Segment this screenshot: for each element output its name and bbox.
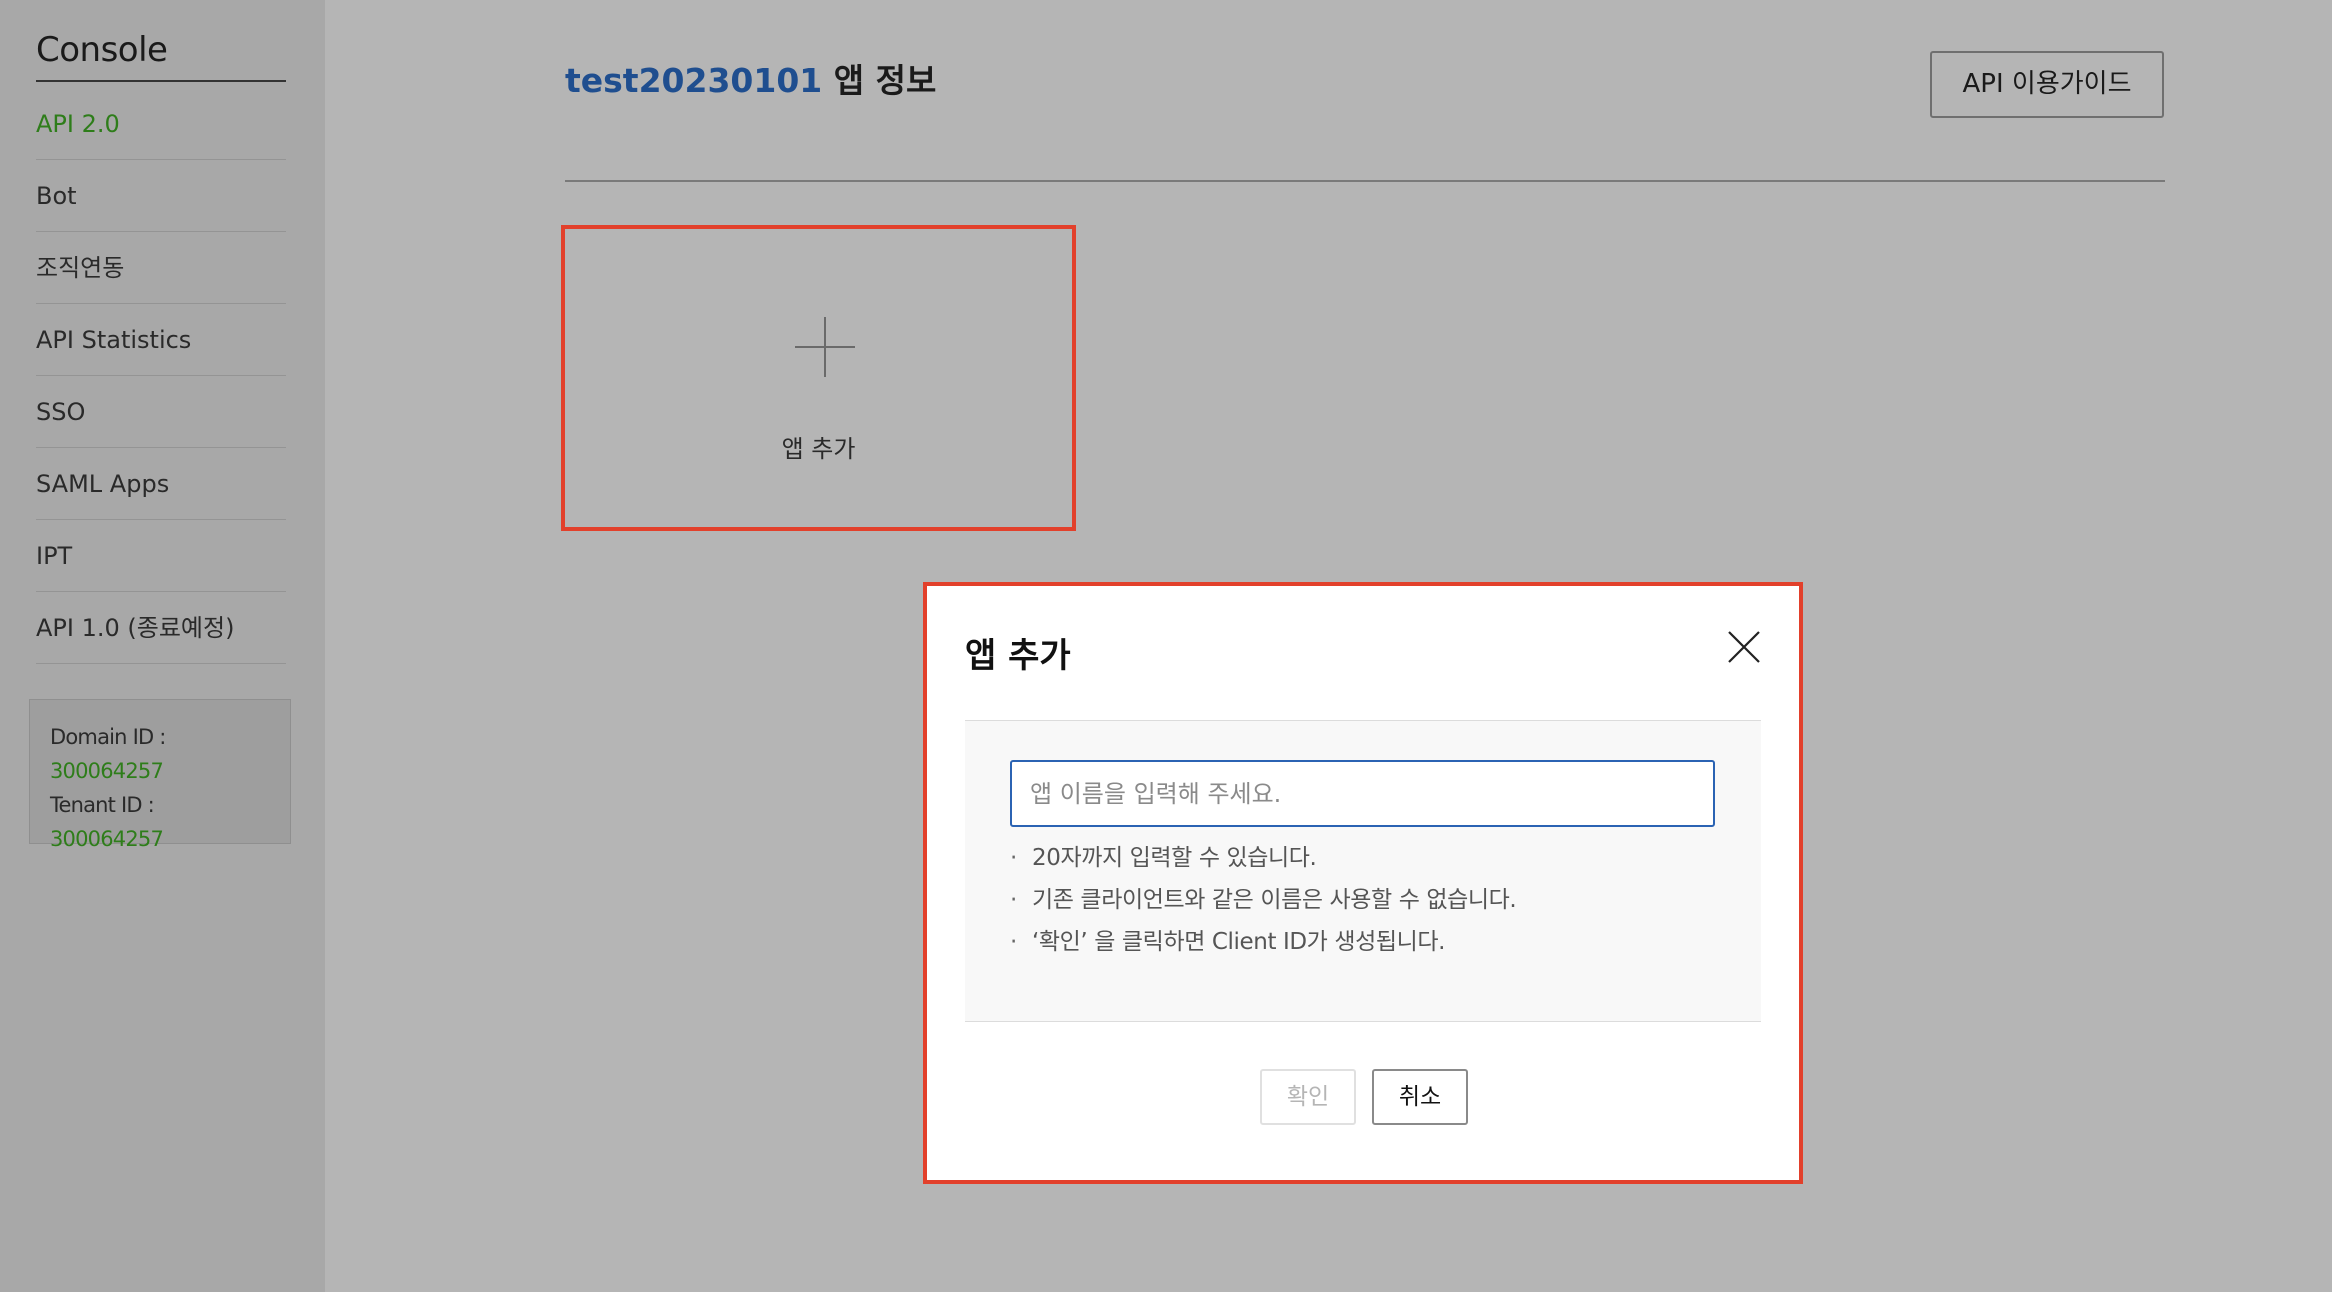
note-item: · 기존 클라이언트와 같은 이름은 사용할 수 없습니다. (1010, 887, 1517, 913)
header-divider (565, 180, 2165, 182)
api-guide-button[interactable]: API 이용가이드 (1930, 51, 2164, 118)
console-app: Console API 2.0 Bot 조직연동 API Statistics … (0, 0, 2332, 1292)
dialog-notes: · 20자까지 입력할 수 있습니다. · 기존 클라이언트와 같은 이름은 사용할… (1010, 837, 1517, 963)
sidebar-item-sso[interactable]: SSO (36, 376, 286, 448)
tenant-id-value: 300064257 (50, 827, 164, 851)
sidebar-item-bot[interactable]: Bot (36, 160, 286, 232)
sidebar-item-api-2[interactable]: API 2.0 (36, 88, 286, 160)
add-app-dialog: 앱 추가 ·20자까지 입력할 수 있습니다. ·기존 클라이언트와 같은 이름… (923, 582, 1803, 1184)
sidebar-item-ipt[interactable]: IPT (36, 520, 286, 592)
sidebar-item-api-1[interactable]: API 1.0 (종료예정) (36, 592, 286, 664)
sidebar-menu: API 2.0 Bot 조직연동 API Statistics SSO SAML… (36, 88, 286, 664)
add-app-card-label: 앱 추가 (781, 435, 856, 463)
plus-icon (795, 317, 855, 377)
domain-id-label: Domain ID : (50, 725, 166, 749)
dialog-body: ·20자까지 입력할 수 있습니다. ·기존 클라이언트와 같은 이름은 사용할… (965, 720, 1761, 1022)
tenant-id-label: Tenant ID : (50, 793, 155, 817)
note-item: · 20자까지 입력할 수 있습니다. (1010, 845, 1317, 871)
page-title-suffix: 앱 정보 (822, 61, 937, 100)
note-item: · ‘확인’ 을 클릭하면 Client ID가 생성됩니다. (1010, 929, 1446, 955)
domain-info-box: Domain ID : 300064257 Tenant ID : 300064… (29, 699, 291, 851)
confirm-button[interactable]: 확인 (1260, 1069, 1356, 1125)
sidebar-item-org-sync[interactable]: 조직연동 (36, 232, 286, 304)
app-name-input[interactable] (1010, 760, 1715, 827)
tenant-id-row: Tenant ID : 300064257 (50, 788, 270, 856)
add-app-card[interactable]: 앱 추가 (561, 225, 1076, 531)
close-icon[interactable] (1727, 630, 1761, 664)
sidebar-title: Console (36, 30, 286, 82)
sidebar-item-api-statistics[interactable]: API Statistics (36, 304, 286, 376)
sidebar: Console API 2.0 Bot 조직연동 API Statistics … (0, 0, 325, 1292)
dialog-title: 앱 추가 (965, 636, 1071, 676)
page-title: test20230101 앱 정보 (565, 54, 936, 102)
cancel-button[interactable]: 취소 (1372, 1069, 1468, 1125)
sidebar-item-saml-apps[interactable]: SAML Apps (36, 448, 286, 520)
app-name: test20230101 (565, 61, 823, 100)
domain-id-value: 300064257 (50, 759, 164, 783)
